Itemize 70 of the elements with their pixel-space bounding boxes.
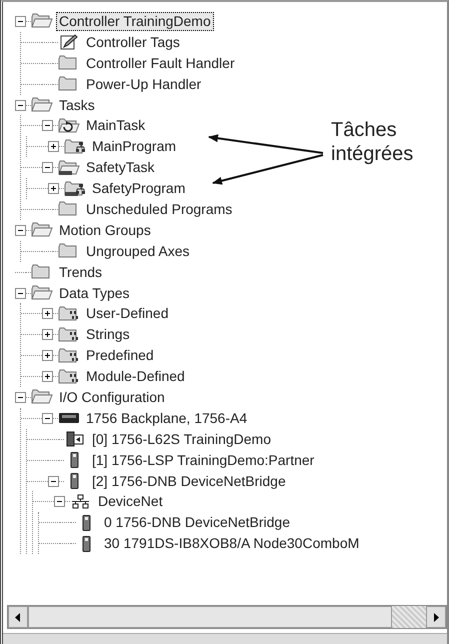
folder-network-icon: [64, 138, 86, 155]
collapse-button[interactable]: [54, 496, 65, 508]
network-icon: [70, 494, 92, 510]
tree-item[interactable]: I/O Configuration: [56, 388, 168, 407]
folder-binary-icon: [58, 306, 80, 322]
collapse-button[interactable]: [15, 16, 26, 27]
folder-binary-icon: [58, 348, 80, 364]
plus-icon: [49, 184, 58, 194]
tree-item[interactable]: MainProgram: [89, 137, 180, 156]
tree-item[interactable]: SafetyProgram: [89, 179, 188, 198]
tree-item[interactable]: Strings: [83, 325, 133, 344]
tree-item[interactable]: Tasks: [56, 96, 98, 114]
left-arrow-icon: [15, 612, 21, 622]
folder-network-icon: [58, 160, 80, 176]
tree-item[interactable]: [0] 1756-L62S TrainingDemo: [89, 430, 274, 449]
tree-item[interactable]: User-Defined: [83, 304, 172, 324]
tree-item[interactable]: Controller Fault Handler: [83, 54, 238, 73]
tree-item[interactable]: [2] 1756-DNB DeviceNetBridge: [89, 472, 289, 491]
expand-button[interactable]: [42, 350, 53, 362]
tree-item[interactable]: 30 1791DS-IB8XOB8/A Node30ComboM: [101, 534, 362, 554]
collapse-button[interactable]: [48, 476, 59, 487]
folder-cycle-icon: [58, 118, 80, 134]
folder-network-icon: [64, 180, 86, 197]
scroll-right-button[interactable]: [426, 606, 446, 628]
tree-item[interactable]: MainTask: [83, 116, 148, 136]
folder-icon: [31, 13, 53, 30]
tree-item[interactable]: Unscheduled Programs: [83, 200, 236, 219]
pencil-icon: [58, 34, 80, 50]
right-arrow-icon: [433, 612, 439, 622]
tree-item[interactable]: Controller Tags: [83, 32, 183, 52]
folder-icon: [31, 222, 53, 238]
collapse-button[interactable]: [42, 120, 53, 132]
plus-icon: [43, 330, 52, 340]
plus-icon: [43, 351, 52, 360]
folder-binary-icon: [58, 326, 80, 343]
collapse-button[interactable]: [15, 288, 26, 299]
collapse-button[interactable]: [15, 100, 26, 110]
plus-icon: [43, 309, 52, 318]
horizontal-scrollbar[interactable]: [7, 605, 447, 629]
tree-item[interactable]: Data Types: [56, 284, 133, 303]
tree-item[interactable]: SafetyTask: [83, 158, 158, 178]
collapse-button[interactable]: [42, 412, 53, 424]
tree-item[interactable]: 1756 Backplane, 1756-A4: [83, 408, 250, 428]
collapse-button[interactable]: [15, 224, 26, 236]
expand-button[interactable]: [48, 183, 59, 194]
collapse-button[interactable]: [42, 162, 53, 174]
controller-module-icon: [64, 431, 86, 448]
scroll-thumb[interactable]: [28, 606, 392, 628]
tree-item[interactable]: Controller TrainingDemo: [56, 12, 214, 31]
expand-button[interactable]: [42, 371, 53, 382]
expand-button[interactable]: [48, 141, 59, 152]
tree-item[interactable]: Module-Defined: [83, 367, 188, 386]
tree-item[interactable]: Motion Groups: [56, 220, 154, 240]
collapse-button[interactable]: [15, 392, 26, 403]
tree-item[interactable]: Trends: [56, 262, 106, 282]
expand-button[interactable]: [42, 329, 53, 340]
plus-icon: [43, 372, 52, 382]
expand-button[interactable]: [42, 308, 53, 320]
folder-icon: [31, 285, 53, 302]
tree-item[interactable]: 0 1756-DNB DeviceNetBridge: [101, 513, 293, 532]
scroll-left-button[interactable]: [8, 606, 28, 628]
tree-item[interactable]: [1] 1756-LSP TrainingDemo:Partner: [89, 450, 318, 470]
folder-icon: [31, 97, 53, 113]
tree-item[interactable]: Predefined: [83, 346, 157, 366]
folder-binary-icon: [58, 368, 80, 385]
tree-item[interactable]: Ungrouped Axes: [83, 242, 193, 261]
folder-icon: [31, 389, 53, 406]
tree-item[interactable]: Power-Up Handler: [83, 74, 204, 94]
plus-icon: [49, 142, 58, 152]
tree-item[interactable]: DeviceNet: [95, 492, 166, 512]
